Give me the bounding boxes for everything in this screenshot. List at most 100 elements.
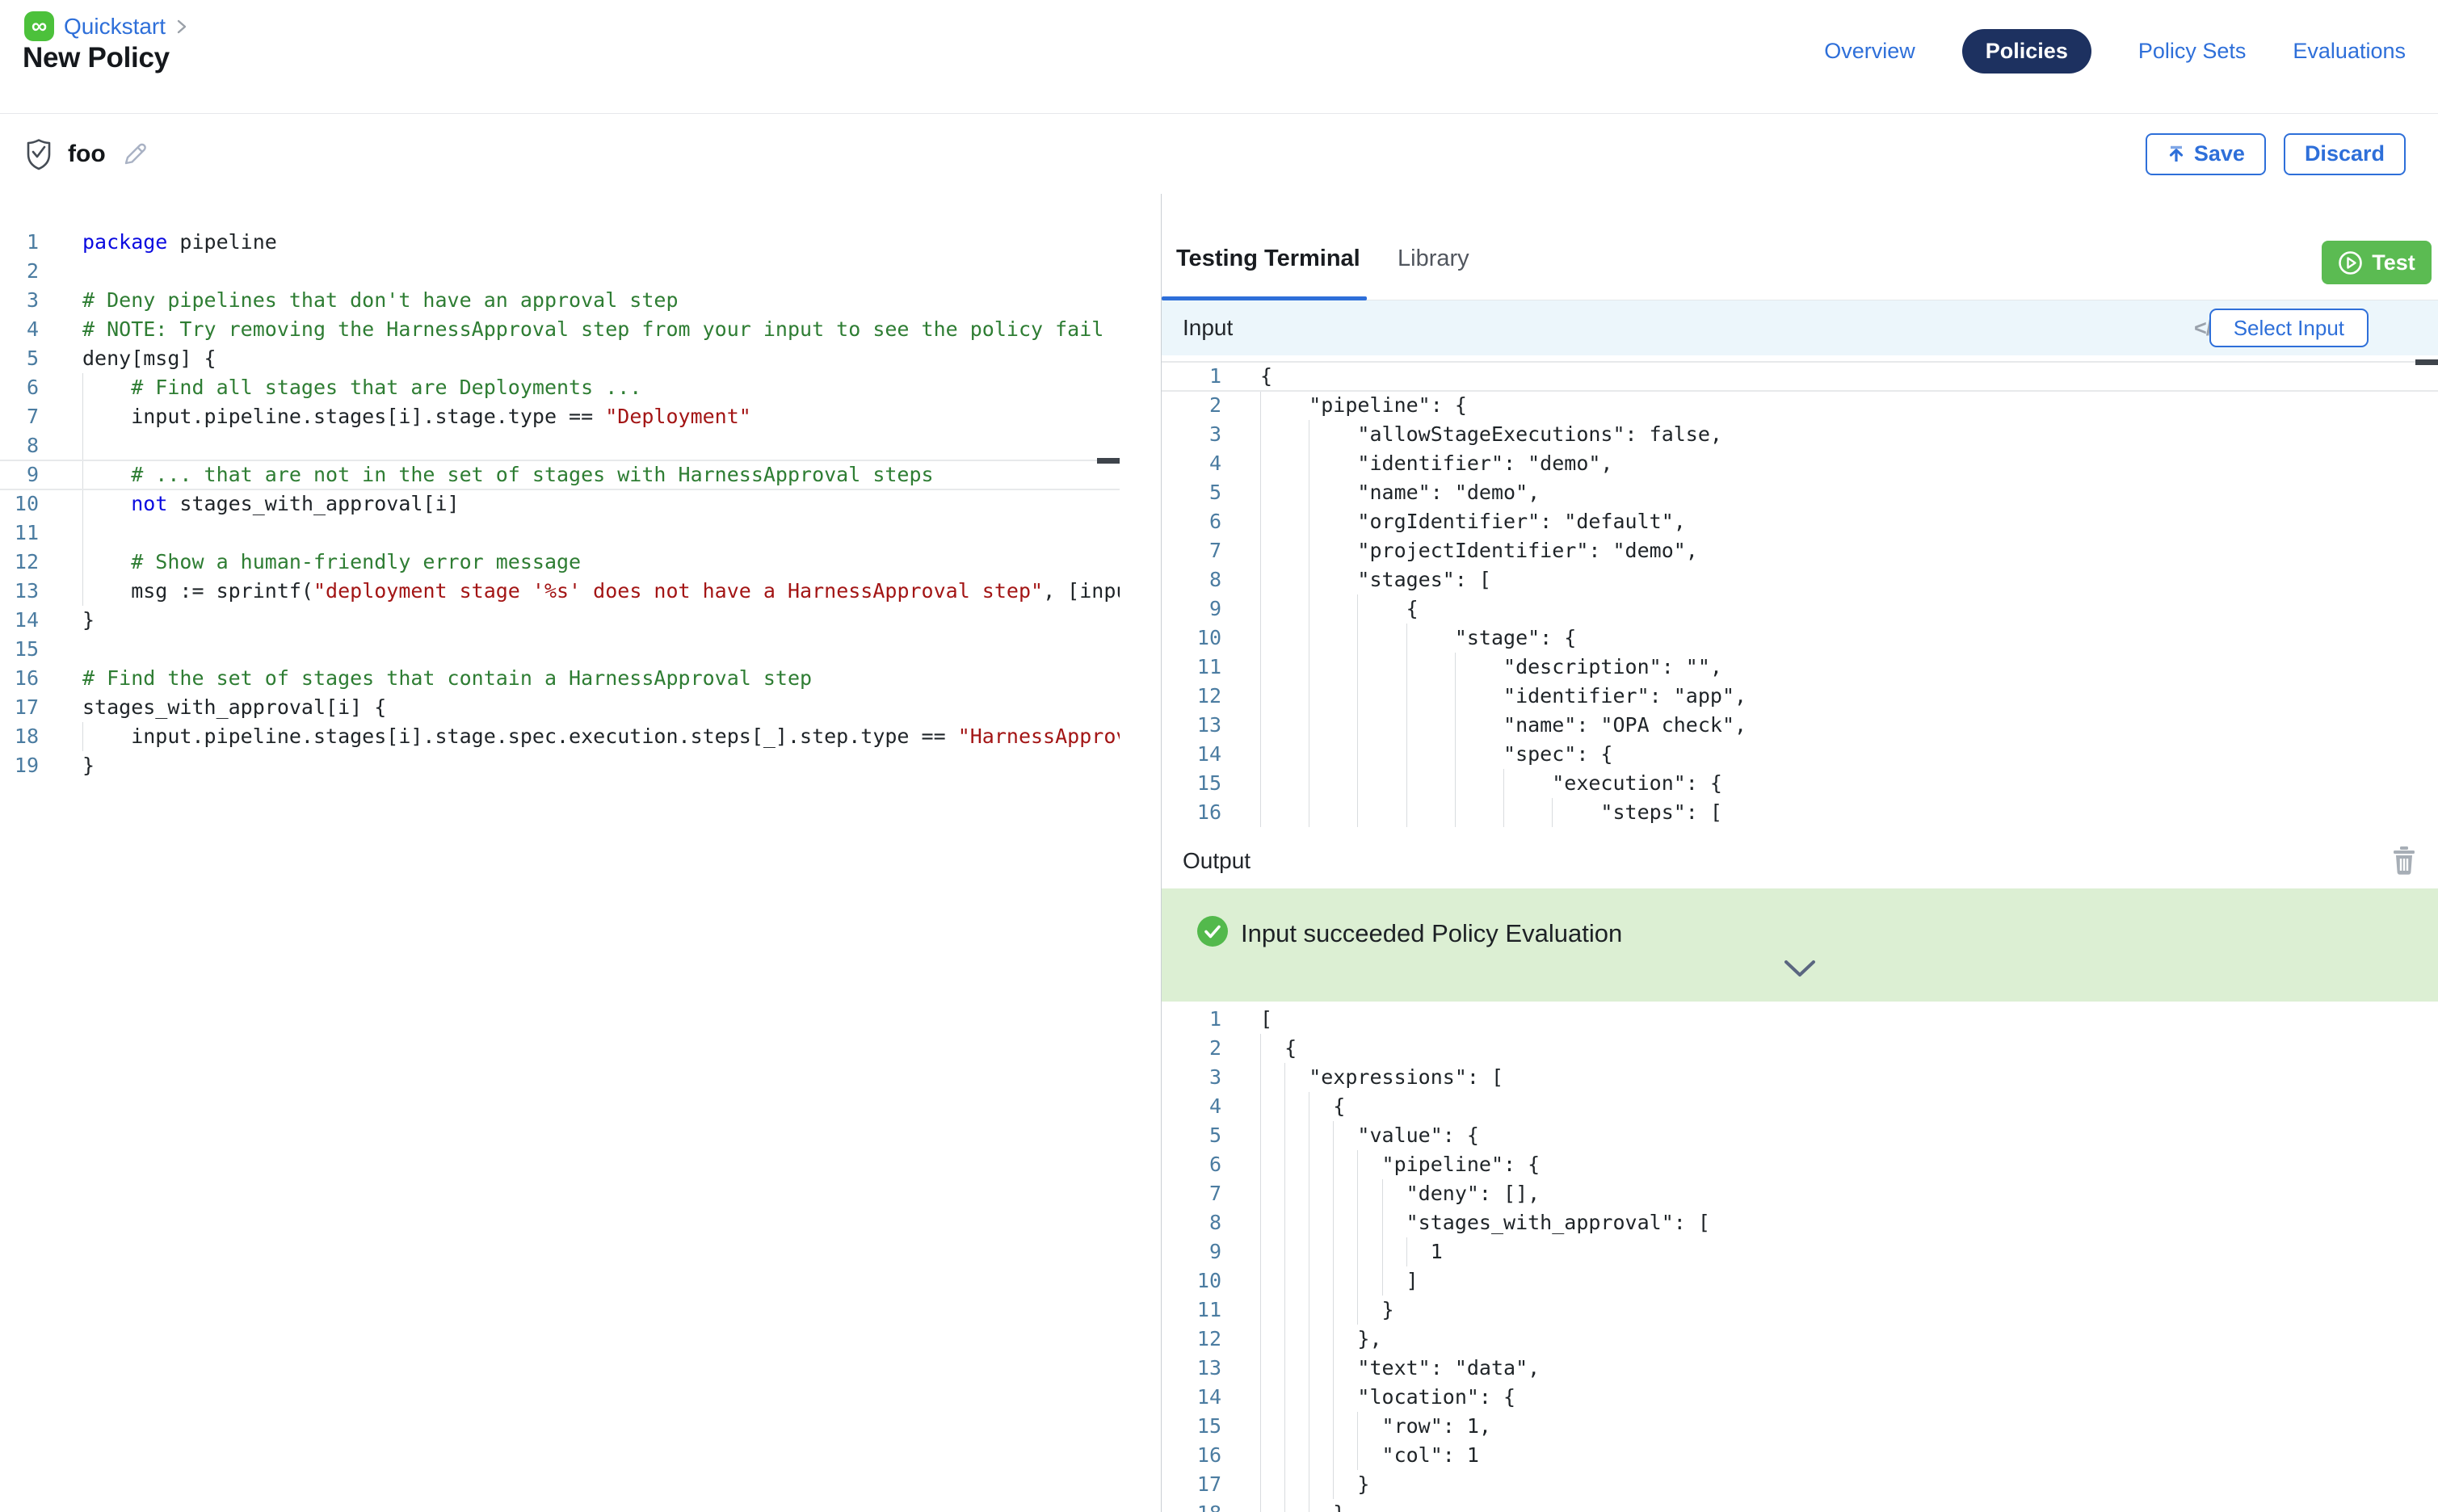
code-line[interactable]: 7 "projectIdentifier": "demo",: [1162, 536, 2438, 565]
code-line[interactable]: 8 "stages_with_approval": [: [1162, 1208, 2438, 1237]
code-text: "deny": [],: [1260, 1179, 2438, 1208]
output-json-editor[interactable]: 1[2 {3 "expressions": [4 {5 "value": {6 …: [1162, 1002, 2438, 1512]
code-text: stages_with_approval[i] {: [82, 693, 1120, 722]
code-line[interactable]: 4# NOTE: Try removing the HarnessApprova…: [0, 315, 1120, 344]
code-line[interactable]: 14}: [0, 606, 1120, 635]
code-line[interactable]: 18 input.pipeline.stages[i].stage.spec.e…: [0, 722, 1120, 751]
code-line[interactable]: 11 }: [1162, 1296, 2438, 1325]
code-line[interactable]: 3# Deny pipelines that don't have an app…: [0, 286, 1120, 315]
code-line[interactable]: 4 {: [1162, 1092, 2438, 1121]
current-line-marker: [1097, 458, 1120, 464]
code-line[interactable]: 12 # Show a human-friendly error message: [0, 548, 1120, 577]
line-number: 12: [1162, 682, 1221, 711]
code-line[interactable]: 19}: [0, 751, 1120, 780]
code-line[interactable]: 5 "value": {: [1162, 1121, 2438, 1150]
code-line[interactable]: 11: [0, 519, 1120, 548]
code-line[interactable]: 18 }: [1162, 1499, 2438, 1512]
code-line[interactable]: 1package pipeline: [0, 228, 1120, 257]
page-header: ∞ Quickstart New Policy Overview Policie…: [0, 0, 2438, 114]
nav-policies[interactable]: Policies: [1962, 29, 2091, 74]
code-line[interactable]: 2: [0, 257, 1120, 286]
clear-output-button[interactable]: [2391, 845, 2417, 876]
code-line[interactable]: 6 "orgIdentifier": "default",: [1162, 507, 2438, 536]
code-text: "pipeline": {: [1260, 391, 2438, 420]
test-button[interactable]: Test: [2322, 241, 2432, 284]
code-line[interactable]: 1{: [1162, 362, 2438, 391]
code-line[interactable]: 15 "row": 1,: [1162, 1412, 2438, 1441]
code-line[interactable]: 12 "identifier": "app",: [1162, 682, 2438, 711]
code-line[interactable]: 13 msg := sprintf("deployment stage '%s'…: [0, 577, 1120, 606]
code-line[interactable]: 16# Find the set of stages that contain …: [0, 664, 1120, 693]
code-text: "value": {: [1260, 1121, 2438, 1150]
code-text: "stage": {: [1260, 624, 2438, 653]
code-line[interactable]: 5deny[msg] {: [0, 344, 1120, 373]
code-line[interactable]: 7 input.pipeline.stages[i].stage.type ==…: [0, 402, 1120, 431]
code-line[interactable]: 1[: [1162, 1005, 2438, 1034]
code-line[interactable]: 12 },: [1162, 1325, 2438, 1354]
code-text: }: [1260, 1499, 2438, 1512]
code-line[interactable]: 2 "pipeline": {: [1162, 391, 2438, 420]
code-line[interactable]: 15 "execution": {: [1162, 769, 2438, 798]
line-number: 2: [1162, 391, 1221, 420]
code-line[interactable]: 2 {: [1162, 1034, 2438, 1063]
code-line[interactable]: 9 1: [1162, 1237, 2438, 1266]
code-text: }: [82, 751, 1120, 780]
line-number: 18: [1162, 1499, 1221, 1512]
code-text: {: [1260, 1034, 2438, 1063]
discard-label: Discard: [2305, 141, 2385, 166]
line-number: 6: [1162, 1150, 1221, 1179]
code-line[interactable]: 16 "col": 1: [1162, 1441, 2438, 1470]
code-text: "projectIdentifier": "demo",: [1260, 536, 2438, 565]
nav-overview[interactable]: Overview: [1824, 39, 1915, 64]
policy-name: foo: [68, 141, 106, 168]
code-line[interactable]: 14 "spec": {: [1162, 740, 2438, 769]
code-line[interactable]: 17stages_with_approval[i] {: [0, 693, 1120, 722]
code-line[interactable]: 6 "pipeline": {: [1162, 1150, 2438, 1179]
save-button[interactable]: Save: [2146, 133, 2266, 175]
code-text: "orgIdentifier": "default",: [1260, 507, 2438, 536]
code-line[interactable]: 16 "steps": [: [1162, 798, 2438, 827]
code-text: # Deny pipelines that don't have an appr…: [82, 286, 1120, 315]
testing-panel: Testing Terminal Library Test Input </> …: [1162, 194, 2438, 1512]
line-number: 16: [1162, 1441, 1221, 1470]
line-number: 19: [0, 751, 39, 780]
code-line[interactable]: 8 "stages": [: [1162, 565, 2438, 594]
edit-name-button[interactable]: [120, 140, 149, 169]
line-number: 5: [1162, 478, 1221, 507]
line-number: 8: [0, 431, 39, 460]
collapse-banner-button[interactable]: [1781, 958, 1818, 979]
code-line[interactable]: 5 "name": "demo",: [1162, 478, 2438, 507]
code-line[interactable]: 11 "description": "",: [1162, 653, 2438, 682]
code-line[interactable]: 3 "allowStageExecutions": false,: [1162, 420, 2438, 449]
code-text: "location": {: [1260, 1383, 2438, 1412]
output-section-header: Output: [1162, 834, 2438, 888]
code-line[interactable]: 9 {: [1162, 594, 2438, 624]
input-json-editor[interactable]: 1{2 "pipeline": {3 "allowStageExecutions…: [1162, 355, 2438, 834]
line-number: 14: [1162, 1383, 1221, 1412]
code-line[interactable]: 4 "identifier": "demo",: [1162, 449, 2438, 478]
code-line[interactable]: 10 ]: [1162, 1266, 2438, 1296]
code-line[interactable]: 10 "stage": {: [1162, 624, 2438, 653]
breadcrumb-quickstart-link[interactable]: Quickstart: [64, 14, 166, 40]
code-line[interactable]: 13 "name": "OPA check",: [1162, 711, 2438, 740]
code-line[interactable]: 9 # ... that are not in the set of stage…: [0, 460, 1120, 489]
code-line[interactable]: 14 "location": {: [1162, 1383, 2438, 1412]
logo-glyph: ∞: [32, 15, 47, 37]
nav-policy-sets[interactable]: Policy Sets: [2138, 39, 2247, 64]
code-line[interactable]: 13 "text": "data",: [1162, 1354, 2438, 1383]
select-input-button[interactable]: Select Input: [2209, 309, 2369, 347]
nav-evaluations[interactable]: Evaluations: [2293, 39, 2406, 64]
discard-button[interactable]: Discard: [2284, 133, 2406, 175]
code-line[interactable]: 8: [0, 431, 1120, 460]
code-line[interactable]: 7 "deny": [],: [1162, 1179, 2438, 1208]
tab-library[interactable]: Library: [1398, 246, 1469, 272]
code-line[interactable]: 10 not stages_with_approval[i]: [0, 489, 1120, 519]
code-text: # NOTE: Try removing the HarnessApproval…: [82, 315, 1120, 344]
code-line[interactable]: 15: [0, 635, 1120, 664]
line-number: 17: [1162, 1470, 1221, 1499]
code-line[interactable]: 17 }: [1162, 1470, 2438, 1499]
policy-code-editor[interactable]: 1package pipeline23# Deny pipelines that…: [0, 194, 1120, 1512]
code-line[interactable]: 6 # Find all stages that are Deployments…: [0, 373, 1120, 402]
tab-testing-terminal[interactable]: Testing Terminal: [1176, 246, 1360, 272]
code-line[interactable]: 3 "expressions": [: [1162, 1063, 2438, 1092]
